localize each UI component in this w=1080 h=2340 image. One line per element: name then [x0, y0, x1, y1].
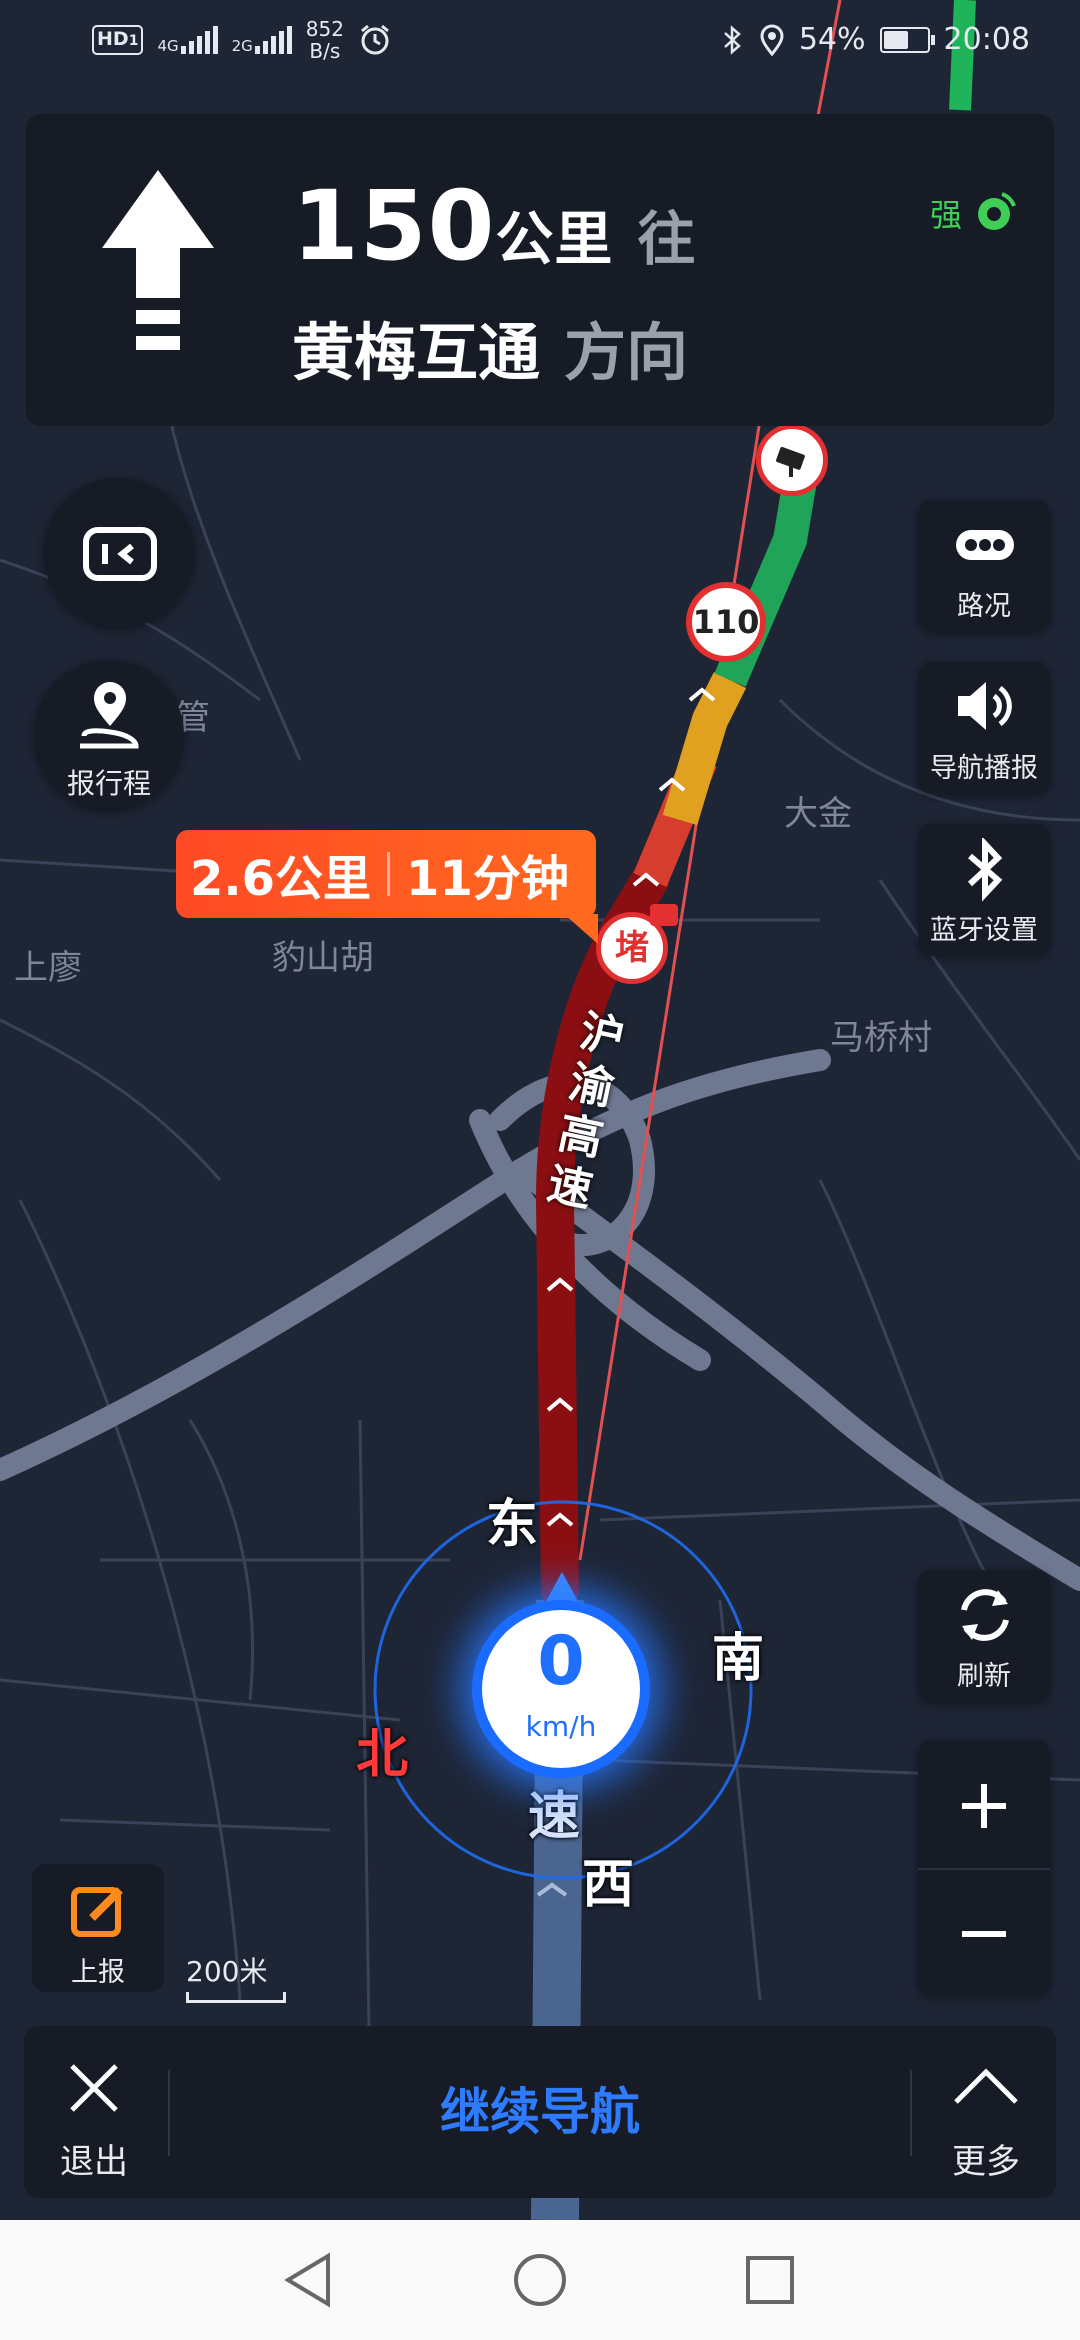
more-label: 更多 [952, 2142, 1020, 2182]
place-label-baoshanhu: 豹山胡 [272, 938, 374, 978]
report-trip-label: 报行程 [66, 767, 151, 800]
exit-navigation-button[interactable]: 退出 [24, 2026, 164, 2198]
route-tag-divider [387, 852, 391, 896]
gps-signal-indicator: 强 [930, 190, 1018, 236]
edit-report-icon [71, 1887, 123, 1937]
alarm-icon [361, 24, 389, 55]
compass-west: 西 [582, 1855, 635, 1915]
bluetooth-settings-button[interactable]: 蓝牙设置 [918, 824, 1050, 956]
location-icon [760, 24, 784, 56]
bottom-action-bar: 退出 继续导航 更多 [24, 2026, 1056, 2198]
refresh-route-button[interactable]: 刷新 [918, 1570, 1050, 1702]
zoom-out-button[interactable] [918, 1868, 1050, 1996]
hud-mode-button[interactable] [44, 478, 194, 628]
minus-icon [962, 1931, 1006, 1937]
place-label-shangliao: 上廖 [14, 948, 82, 988]
report-trip-button[interactable]: 报行程 [34, 660, 184, 810]
network-speed: 852 B/s [305, 17, 344, 63]
next-road-name: 黄梅互通 方向 [292, 316, 689, 389]
toward-label: 往 [637, 205, 697, 273]
report-button[interactable]: 上报 [32, 1864, 164, 1992]
signal-icon-sim2: 2G [232, 26, 292, 54]
place-label-maqiaocun: 马桥村 [830, 1018, 932, 1058]
traffic-icon [956, 530, 1014, 560]
jam-badge-marker [650, 904, 678, 926]
zoom-controls [918, 1740, 1050, 1996]
home-icon[interactable] [510, 2250, 570, 2310]
exit-label: 退出 [60, 2142, 128, 2182]
back-icon[interactable] [280, 2250, 340, 2310]
speed-char-label: 速 [528, 1787, 581, 1847]
bluetooth-icon [723, 24, 741, 55]
direction-label: 方向 [564, 316, 689, 389]
speed-limit-sign: 110 [686, 582, 766, 662]
place-label-dajin: 大金 [784, 794, 852, 834]
compass-north: 北 [356, 1725, 409, 1785]
bluetooth-icon [967, 838, 1003, 902]
plus-icon [962, 1784, 1006, 1828]
battery-icon [879, 26, 935, 53]
voice-broadcast-label: 导航播报 [930, 753, 1038, 784]
status-bar: HD1 4G 2G 852 B/s 54% 20:08 [0, 0, 1080, 84]
speaker-icon [958, 682, 1012, 730]
more-options-button[interactable]: 更多 [916, 2026, 1056, 2198]
battery-percent: 54% [798, 22, 866, 57]
zoom-in-button[interactable] [918, 1740, 1050, 1868]
straight-arrow-icon [102, 170, 214, 350]
refresh-icon [961, 1589, 1009, 1641]
route-remaining-distance: 2.6公里 [190, 851, 372, 907]
route-info-tag[interactable]: 2.6公里 11分钟 [176, 830, 598, 944]
guidance-panel[interactable]: 150公里往 黄梅互通 方向 强 [26, 114, 1054, 426]
bottom-divider-right [910, 2070, 912, 2156]
signal-icon-sim1: 4G [157, 26, 218, 54]
distance-unit: 公里 [495, 205, 614, 273]
route-remaining-time: 11分钟 [406, 851, 569, 907]
bluetooth-settings-label: 蓝牙设置 [930, 915, 1038, 946]
compass-south: 南 [712, 1629, 765, 1689]
refresh-label: 刷新 [957, 1661, 1011, 1692]
hud-icon [83, 527, 157, 581]
scale-bar [186, 1992, 286, 2003]
continue-navigation-button[interactable]: 继续导航 [170, 2026, 910, 2198]
trip-pin-icon [80, 682, 139, 749]
map-scale: 200米 [186, 1950, 286, 2003]
chevron-up-icon [954, 2068, 1018, 2104]
scale-label: 200米 [186, 1955, 268, 1988]
next-maneuver-distance: 150公里往 [292, 170, 697, 282]
recent-apps-icon[interactable] [740, 2250, 800, 2310]
speed-camera-icon [756, 424, 828, 496]
traffic-button[interactable]: 路况 [918, 500, 1050, 632]
gps-signal-icon [978, 192, 1016, 230]
speed-value: 0 [537, 1622, 585, 1701]
close-icon [70, 2064, 118, 2112]
hd-icon: HD1 [92, 25, 144, 55]
traffic-label: 路况 [957, 591, 1011, 622]
current-speed-indicator: 0 km/h [482, 1610, 640, 1768]
speed-unit: km/h [525, 1710, 597, 1743]
compass-east: 东 [486, 1495, 539, 1555]
clock: 20:08 [943, 22, 1030, 57]
report-label: 上报 [71, 1957, 125, 1988]
voice-broadcast-button[interactable]: 导航播报 [918, 662, 1050, 794]
system-navigation-bar [0, 2220, 1080, 2340]
